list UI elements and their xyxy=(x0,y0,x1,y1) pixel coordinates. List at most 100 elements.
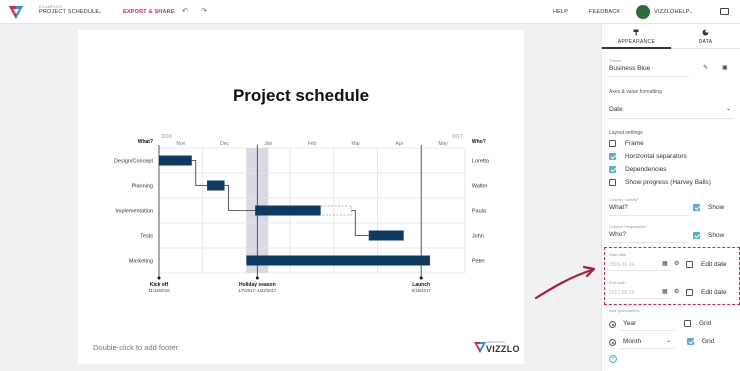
chart-canvas[interactable]: Project schedule 2016 2017 Nov Dec Jan Feb Mar… xyxy=(78,30,524,364)
month-label: Dec xyxy=(220,141,229,147)
gear-icon[interactable]: ⚙ xyxy=(674,260,679,267)
horizontal-separators-label: Horizontal separators xyxy=(625,153,687,160)
milestone-marker xyxy=(157,276,161,280)
month-label: May xyxy=(438,141,448,147)
month-label: Nov xyxy=(176,141,185,147)
show-responsible-checkbox[interactable] xyxy=(693,232,700,239)
axes-format-select[interactable]: Date xyxy=(609,106,623,113)
column-activity-underline xyxy=(609,215,689,216)
horizontal-separators-checkbox[interactable] xyxy=(609,153,616,160)
what-header: What? xyxy=(138,139,153,145)
year-grid-checkbox[interactable] xyxy=(684,320,691,327)
start-date-input[interactable]: 2016-11-16 xyxy=(609,262,634,268)
pie-chart-icon xyxy=(702,29,709,36)
month-label: Apr xyxy=(395,141,403,147)
tab-data-label: DATA xyxy=(698,39,713,45)
frame-checkbox[interactable] xyxy=(609,140,616,147)
gear-icon[interactable]: ⚙ xyxy=(674,288,679,295)
responsible-label: Loretta xyxy=(472,159,490,165)
start-date-underline xyxy=(609,270,671,271)
gantt-bar xyxy=(368,230,404,241)
user-chevron-down-icon[interactable]: ⌄ xyxy=(689,9,693,15)
month-radio[interactable] xyxy=(609,339,616,346)
tab-appearance[interactable]: APPEARANCE xyxy=(602,24,671,49)
gantt-bar xyxy=(246,255,430,266)
calendar-icon[interactable]: ▦ xyxy=(662,260,668,267)
theme-label: Theme xyxy=(609,58,622,63)
responsible-label: Paula xyxy=(472,209,487,215)
frame-label: Frame xyxy=(625,140,644,147)
responsible-label: John xyxy=(472,234,484,240)
end-date-underline xyxy=(609,298,671,299)
gantt-bar-extension xyxy=(320,205,352,216)
year-radio[interactable] xyxy=(609,321,616,328)
end-date-input[interactable]: 2017-05-16 xyxy=(609,290,635,296)
column-activity-label: Column "activity" xyxy=(609,197,639,202)
chevron-down-icon[interactable]: ⌄ xyxy=(726,105,731,112)
milestone-date: 1/7/2017–1/22/2017 xyxy=(238,288,277,293)
column-activity-input[interactable]: What? xyxy=(609,204,628,211)
feedback-link[interactable]: FEEDBACK xyxy=(589,9,620,15)
edit-start-date-checkbox[interactable] xyxy=(686,261,693,268)
year-label: 2016 xyxy=(161,134,172,140)
calendar-icon[interactable]: ▦ xyxy=(662,288,668,295)
theme-underline xyxy=(609,76,689,77)
year-underline xyxy=(620,330,675,331)
responsible-label: Peter xyxy=(472,259,485,265)
column-responsible-underline xyxy=(609,242,689,243)
month-grid-checkbox[interactable] xyxy=(687,338,694,345)
document-title[interactable]: PROJECT SCHEDULE xyxy=(39,9,99,15)
activity-label: Marketing xyxy=(129,259,153,265)
year-label: Year xyxy=(623,320,637,327)
chevron-down-icon[interactable]: ⌄ xyxy=(666,337,671,344)
show-activity-label: Show xyxy=(708,204,725,211)
year-label: 2017 xyxy=(452,134,463,140)
milestone-marker xyxy=(419,276,423,280)
image-icon[interactable]: ▣ xyxy=(722,64,728,71)
brand-name: VIZZLO xyxy=(486,344,520,354)
export-share-button[interactable]: EXPORT & SHARE xyxy=(123,9,175,15)
month-underline xyxy=(620,348,675,349)
footer-placeholder[interactable]: Double-click to add footer xyxy=(93,343,178,352)
axis-granularities-label: Axis granularities xyxy=(609,308,640,313)
layout-section-title: Layout settings xyxy=(609,130,643,136)
activity-label: Tests xyxy=(140,234,153,240)
vizzlo-brand: CREATED WITH VIZZLO xyxy=(474,341,520,355)
present-icon[interactable] xyxy=(720,8,729,15)
activity-label: Design/Concept xyxy=(114,159,154,165)
dependencies-checkbox[interactable] xyxy=(609,166,616,173)
column-responsible-label: Column "responsible" xyxy=(609,224,648,229)
dependencies-label: Dependencies xyxy=(625,166,667,173)
year-grid-label: Grid xyxy=(699,320,712,327)
month-label: Month xyxy=(623,338,642,345)
month-label: Jan xyxy=(264,141,272,147)
show-activity-checkbox[interactable] xyxy=(693,204,700,211)
add-granularity-icon[interactable]: + xyxy=(609,355,617,363)
tab-appearance-label: APPEARANCE xyxy=(617,39,656,45)
paint-roller-icon xyxy=(633,29,639,36)
tab-data[interactable]: DATA xyxy=(671,24,740,49)
vizzlo-mark-icon xyxy=(474,342,486,353)
show-progress-label: Show progress (Harvey Balls) xyxy=(625,179,711,186)
help-link[interactable]: HELP xyxy=(553,9,568,15)
show-progress-checkbox[interactable] xyxy=(609,179,616,186)
gantt-chart: 2016 2017 Nov Dec Jan Feb Mar Apr May What? Who? De… xyxy=(114,134,490,293)
edit-end-date-checkbox[interactable] xyxy=(686,289,693,296)
milestone-marker xyxy=(255,276,259,280)
column-responsible-input[interactable]: Who? xyxy=(609,231,626,238)
undo-icon[interactable]: ↶ xyxy=(182,7,188,15)
vizzlo-logo-icon[interactable] xyxy=(8,4,24,20)
chevron-down-icon[interactable]: ⌄ xyxy=(98,9,102,15)
activity-label: Planning xyxy=(132,184,153,190)
month-label: Feb xyxy=(308,141,317,147)
avatar[interactable] xyxy=(636,5,650,19)
redo-icon[interactable]: ↷ xyxy=(201,7,207,15)
edit-end-date-label: Edit date xyxy=(701,289,727,296)
edit-theme-icon[interactable]: ✎ xyxy=(703,64,708,71)
activity-label: Implementation xyxy=(115,209,153,215)
theme-select[interactable]: Business Blue xyxy=(609,65,650,72)
user-menu[interactable]: VIZZLOHELP xyxy=(654,9,690,15)
end-date-label: End date xyxy=(609,280,626,285)
who-header: Who? xyxy=(472,139,486,145)
hint-arrow-icon xyxy=(534,265,596,300)
